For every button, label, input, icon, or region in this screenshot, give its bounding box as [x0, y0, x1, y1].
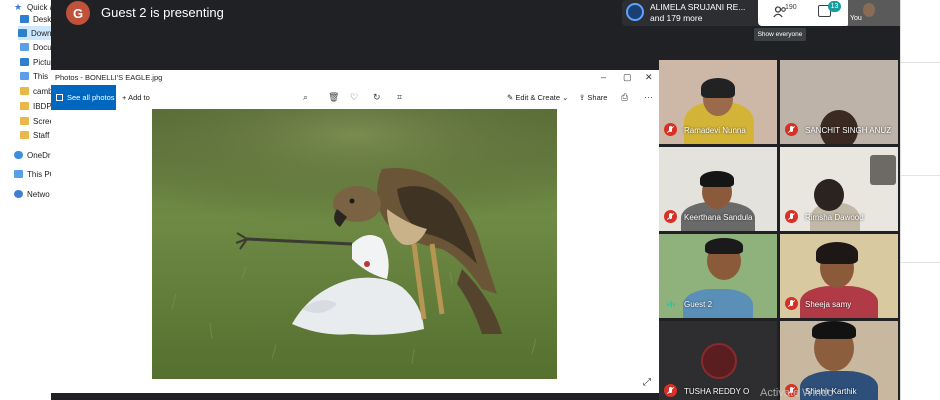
cloud-icon [14, 151, 23, 159]
favorite-icon[interactable]: ♡ [350, 92, 358, 103]
nav-folder-camb[interactable]: camb [20, 84, 53, 98]
folder-icon [20, 131, 29, 139]
folder-icon [20, 102, 29, 110]
mic-muted-icon [785, 123, 798, 136]
rotate-icon[interactable]: ↻ [373, 92, 381, 103]
documents-icon [20, 43, 29, 51]
nav-onedrive[interactable]: OneDri [14, 148, 52, 162]
participants-grid: Ramadevi Nunna SANCHIT SINGH ANUZ Keerth… [659, 60, 900, 400]
participant-tile[interactable]: SANCHIT SINGH ANUZ [780, 60, 898, 144]
folder-icon [20, 87, 29, 95]
eagle-photo-image [152, 109, 557, 379]
mic-muted-icon [785, 210, 798, 223]
folder-icon [20, 117, 29, 125]
mic-muted-icon [664, 384, 677, 397]
maximize-button[interactable]: ▢ [623, 72, 632, 83]
star-icon: ★ [14, 2, 23, 12]
meeting-controls: 190 13 [758, 0, 850, 26]
speaker-avatar [626, 3, 644, 21]
participant-tile[interactable]: Keerthana Sandula [659, 147, 777, 231]
participant-video [814, 179, 844, 211]
nav-folder-screenshots[interactable]: Scree [20, 114, 54, 128]
participant-avatar [701, 343, 737, 379]
participant-name: TUSHA REDDY O [684, 387, 750, 396]
participant-name: Sheeja samy [805, 300, 852, 309]
show-everyone-tooltip: Show everyone [754, 28, 806, 41]
print-icon[interactable]: ⎙ [621, 92, 628, 103]
edit-icon: ✎ [507, 93, 514, 102]
crop-icon[interactable]: ⌗ [397, 92, 402, 103]
add-to-button[interactable]: + Add to [122, 93, 150, 102]
nav-network[interactable]: Netwo [14, 187, 50, 201]
mic-muted-icon [664, 210, 677, 223]
desktop-folder-icon [20, 15, 29, 23]
photos-app-window: Photos - BONELLI'S EAGLE.jpg – ▢ ✕ See a… [51, 70, 659, 393]
photos-window-title: Photos - BONELLI'S EAGLE.jpg [55, 73, 163, 82]
nav-desktop[interactable]: Deskt [20, 12, 53, 26]
nav-pictures[interactable]: Pictur [20, 55, 53, 69]
zoom-icon[interactable]: ⌕ [303, 92, 308, 103]
participant-name: Guest 2 [684, 300, 713, 309]
mic-muted-icon [785, 297, 798, 310]
participant-name: Rimsha Dawood [805, 213, 864, 222]
meet-window: G Guest 2 is presenting ALIMELA SRUJANI … [51, 0, 900, 400]
activate-windows-watermark: Activate Windo [760, 387, 834, 399]
presenter-avatar: G [66, 1, 90, 25]
gallery-icon [56, 94, 63, 101]
nav-this-pc[interactable]: This PC [14, 167, 55, 181]
people-count: 190 [785, 4, 797, 11]
presenting-banner: Guest 2 is presenting [101, 5, 224, 20]
speaking-indicator-icon [667, 301, 677, 307]
participant-tile[interactable]: Ramadevi Nunna [659, 60, 777, 144]
pc-icon [14, 170, 23, 178]
speaker-more: and 179 more [650, 13, 703, 23]
self-view-tile[interactable]: You [848, 0, 900, 26]
download-icon [18, 29, 27, 37]
self-label: You [850, 15, 862, 22]
participant-tile[interactable]: Sheeja samy [780, 234, 898, 318]
minimize-button[interactable]: – [601, 72, 606, 82]
pc-icon [20, 72, 29, 80]
nav-documents[interactable]: Docu [20, 40, 52, 54]
meet-top-bar: G Guest 2 is presenting ALIMELA SRUJANI … [51, 0, 900, 26]
share-icon: ⇪ [579, 93, 586, 102]
mic-muted-icon [664, 123, 677, 136]
fullscreen-icon[interactable]: ⤢ [643, 377, 651, 388]
participant-name: Keerthana Sandula [684, 213, 753, 222]
participant-tile[interactable]: Guest 2 [659, 234, 777, 318]
chevron-down-icon: ⌄ [562, 93, 569, 102]
nav-folder-ibdp[interactable]: IBDP [20, 99, 52, 113]
share-button[interactable]: ⇪ Share [579, 93, 607, 102]
participant-name: Ramadevi Nunna [684, 126, 746, 135]
self-video [863, 3, 875, 17]
close-button[interactable]: ✕ [645, 72, 653, 83]
network-icon [14, 190, 23, 198]
more-options-icon[interactable]: ··· [644, 92, 653, 102]
participant-name: SANCHIT SINGH ANUZ [805, 126, 892, 135]
see-all-photos-button[interactable]: See all photos [51, 85, 116, 110]
background-window-edge [900, 0, 940, 400]
delete-icon[interactable]: 🗑 [328, 92, 339, 103]
pictures-icon [20, 58, 29, 66]
edit-create-button[interactable]: ✎ Edit & Create ⌄ [507, 93, 568, 102]
eagle-photo [152, 109, 557, 379]
participant-tile[interactable]: Rimsha Dawood [780, 147, 898, 231]
chat-count-badge: 13 [828, 1, 841, 12]
active-speaker-chip[interactable]: ALIMELA SRUJANI RE... and 179 more [622, 0, 762, 26]
speaker-name: ALIMELA SRUJANI RE... [650, 2, 746, 12]
